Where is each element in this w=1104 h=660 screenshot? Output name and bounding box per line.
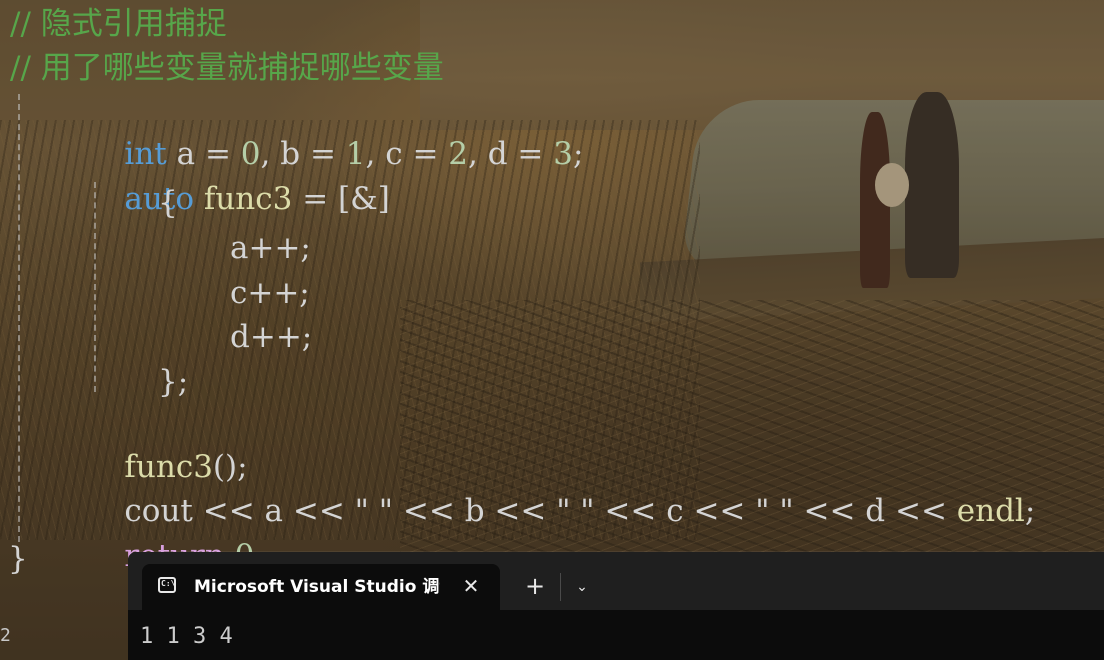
code-line-open-brace: { xyxy=(158,185,178,221)
decl-part-d: , d = xyxy=(468,136,554,172)
debug-console-window[interactable]: C:\ Microsoft Visual Studio 调试控制台 ✕ + ⌄ … xyxy=(128,552,1104,660)
lambda-name: func3 xyxy=(194,181,293,217)
endl-function: endl xyxy=(956,493,1025,529)
number-2: 2 xyxy=(448,136,469,172)
terminal-icon: C:\ xyxy=(158,577,176,593)
console-tab[interactable]: C:\ Microsoft Visual Studio 调试控制台 ✕ xyxy=(142,564,500,610)
code-line-increment-d: d++; xyxy=(230,319,313,355)
chevron-down-icon[interactable]: ⌄ xyxy=(568,573,596,601)
console-tab-title: Microsoft Visual Studio 调试控制台 xyxy=(194,577,440,597)
code-line-increment-c: c++; xyxy=(230,275,310,311)
console-output: 1 1 3 4 xyxy=(140,624,233,649)
code-editor[interactable]: // 隐式引用捕捉 // 用了哪些变量就捕捉哪些变量 int a = 0, b … xyxy=(0,0,1104,577)
terminal-icon-glyph: C:\ xyxy=(161,579,176,588)
cout-semicolon: ; xyxy=(1024,493,1036,529)
close-icon[interactable]: ✕ xyxy=(458,573,484,599)
number-3: 3 xyxy=(553,136,573,172)
decl-semicolon: ; xyxy=(573,136,584,172)
lambda-capture: = [&] xyxy=(292,181,390,217)
line-number: 2 xyxy=(0,625,11,646)
code-line-main-close: } xyxy=(8,541,28,577)
code-comment-line-2: // 用了哪些变量就捕捉哪些变量 xyxy=(10,50,444,86)
new-tab-button[interactable]: + xyxy=(521,573,549,601)
code-line-increment-a: a++; xyxy=(230,230,311,266)
indent-guide-outer xyxy=(18,94,20,542)
code-comment-line-1: // 隐式引用捕捉 xyxy=(10,6,227,42)
console-tab-bar: C:\ Microsoft Visual Studio 调试控制台 ✕ + ⌄ xyxy=(128,552,1104,610)
tab-separator xyxy=(560,573,561,601)
code-line-close-brace: }; xyxy=(158,364,189,400)
